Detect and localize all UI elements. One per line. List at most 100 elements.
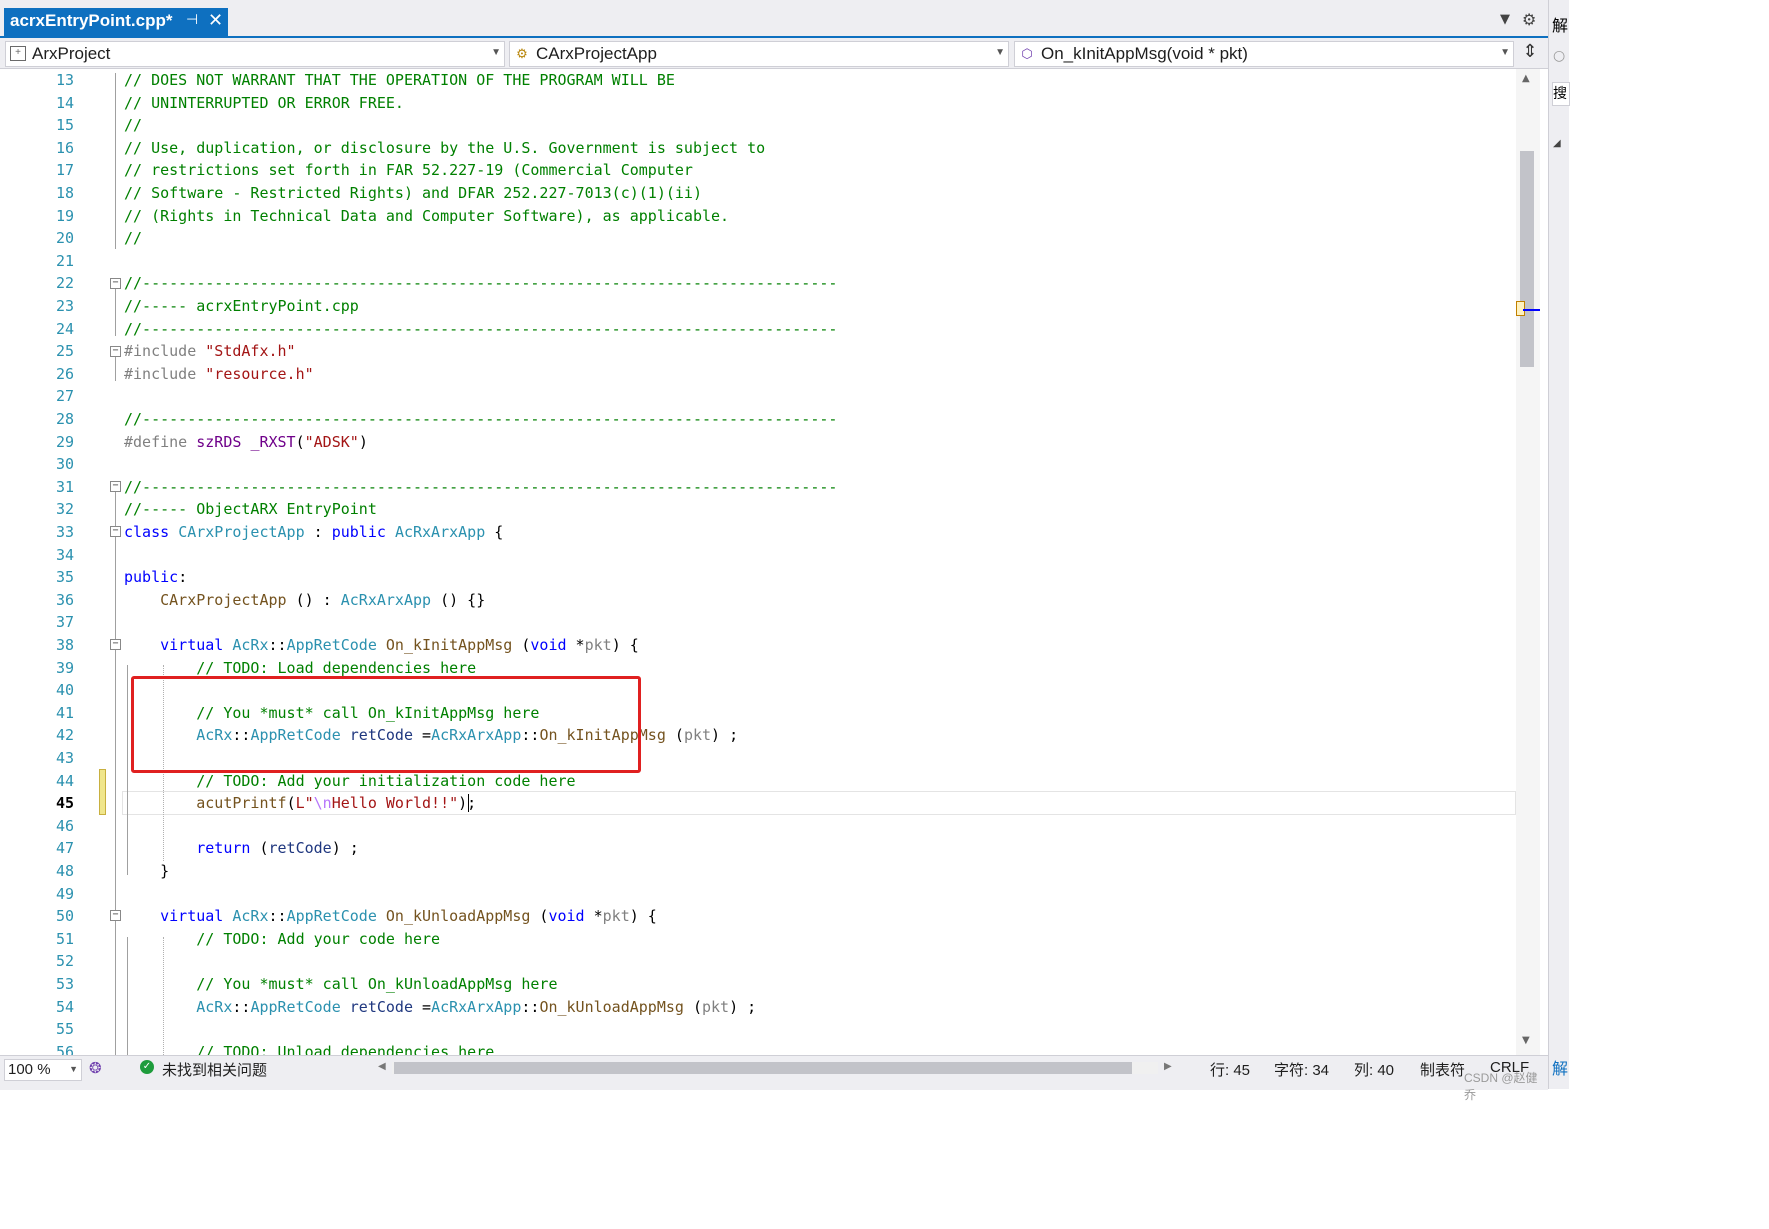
member-dropdown[interactable]: ⬡ On_kInitAppMsg(void * pkt) ▼: [1014, 41, 1514, 67]
line-number: 43: [55, 749, 74, 767]
code-line[interactable]: #define szRDS _RXST("ADSK"): [124, 431, 368, 454]
chevron-down-icon: ▼: [69, 1064, 78, 1074]
line-number: 48: [55, 862, 74, 880]
code-line[interactable]: return (retCode) ;: [124, 837, 359, 860]
live-share-icon[interactable]: ❂: [89, 1059, 102, 1077]
code-line[interactable]: // UNINTERRUPTED OR ERROR FREE.: [124, 92, 404, 115]
code-line[interactable]: #include "resource.h": [124, 363, 314, 386]
code-line[interactable]: #include "StdAfx.h": [124, 340, 296, 363]
code-line[interactable]: // (Rights in Technical Data and Compute…: [124, 205, 729, 228]
line-number: 55: [55, 1020, 74, 1039]
scrollbar-caret-marker: [1523, 309, 1540, 311]
panel-search-char[interactable]: 搜: [1552, 82, 1570, 106]
scroll-right-icon[interactable]: ▶: [1164, 1061, 1172, 1072]
line-number: 52: [55, 952, 74, 971]
code-line[interactable]: // TODO: Unload dependencies here: [124, 1041, 494, 1055]
project-dropdown[interactable]: + ArxProject ▼: [5, 41, 505, 67]
gear-icon[interactable]: ⚙: [1522, 10, 1536, 29]
line-number: 24: [55, 319, 74, 338]
scope-dropdown[interactable]: ⚙ CArxProjectApp ▼: [509, 41, 1009, 67]
code-line[interactable]: // DOES NOT WARRANT THAT THE OPERATION O…: [124, 69, 675, 92]
code-line[interactable]: acutPrintf(L"\nHello World!!");: [124, 792, 476, 815]
code-line[interactable]: //: [124, 114, 142, 137]
line-number: 41: [55, 703, 74, 722]
panel-bottom-char[interactable]: 解: [1552, 1055, 1568, 1079]
line-number: 13: [55, 71, 74, 89]
solution-explorer-panel[interactable]: 解 ○ 搜 ◢ 解: [1548, 0, 1570, 1089]
document-tab[interactable]: acrxEntryPoint.cpp* ⊣ ✕: [4, 8, 228, 36]
scroll-up-icon[interactable]: ▲: [1522, 73, 1530, 84]
tab-mode-indicator[interactable]: 制表符: [1420, 1059, 1465, 1080]
code-line[interactable]: virtual AcRx::AppRetCode On_kUnloadAppMs…: [124, 905, 657, 928]
code-line[interactable]: class CArxProjectApp : public AcRxArxApp…: [124, 521, 503, 544]
project-name: ArxProject: [32, 44, 111, 63]
line-number: 49: [55, 884, 74, 903]
code-line[interactable]: // Use, duplication, or disclosure by th…: [124, 137, 765, 160]
code-editor[interactable]: 13 // DOES NOT WARRANT THAT THE OPERATION…: [0, 69, 1516, 1055]
line-number: 46: [55, 816, 74, 835]
line-number: 35: [55, 568, 74, 587]
outline-guide: [127, 937, 128, 1055]
code-line[interactable]: //--------------------------------------…: [124, 318, 837, 341]
line-number: 36: [55, 590, 74, 609]
indent-guide: [163, 937, 164, 1055]
zoom-dropdown[interactable]: 100 % ▼: [4, 1059, 82, 1081]
code-line[interactable]: // restrictions set forth in FAR 52.227-…: [124, 159, 693, 182]
code-line[interactable]: //----- ObjectARX EntryPoint: [124, 498, 377, 521]
check-circle-icon: ✓: [140, 1060, 154, 1074]
collapse-toggle[interactable]: −: [110, 278, 121, 289]
outline-guide: [115, 281, 116, 336]
line-number: 30: [55, 455, 74, 474]
line-number: 44: [55, 771, 74, 790]
close-icon[interactable]: ✕: [208, 10, 223, 31]
code-line[interactable]: //: [124, 227, 142, 250]
code-line[interactable]: virtual AcRx::AppRetCode On_kInitAppMsg …: [124, 634, 639, 657]
outline-guide: [115, 73, 116, 249]
line-number: 31: [55, 477, 74, 496]
line-number: 37: [55, 613, 74, 632]
line-number: 33: [55, 523, 74, 541]
code-line[interactable]: AcRx::AppRetCode retCode =AcRxArxApp::On…: [124, 996, 756, 1019]
scroll-left-icon[interactable]: ◀: [378, 1061, 386, 1072]
code-line[interactable]: //--------------------------------------…: [124, 408, 837, 431]
code-line[interactable]: //--------------------------------------…: [124, 476, 837, 499]
collapse-toggle[interactable]: −: [110, 481, 121, 492]
collapse-toggle[interactable]: −: [110, 526, 121, 537]
column-indicator: 列: 40: [1354, 1062, 1395, 1079]
project-icon: +: [10, 46, 26, 61]
line-number: 32: [55, 500, 74, 519]
horizontal-scroll-thumb[interactable]: [394, 1062, 1132, 1074]
panel-title-char: 解: [1552, 16, 1569, 35]
pin-icon[interactable]: ⊣: [186, 12, 198, 28]
code-line[interactable]: }: [124, 860, 169, 883]
line-number: 34: [55, 545, 74, 564]
split-editor-icon[interactable]: ⇕: [1518, 41, 1542, 65]
code-line[interactable]: CArxProjectApp () : AcRxArxApp () {}: [124, 589, 485, 612]
code-line[interactable]: public:: [124, 566, 187, 589]
tab-list-dropdown-icon[interactable]: ▼: [1500, 12, 1510, 27]
code-line[interactable]: // TODO: Add your code here: [124, 928, 440, 951]
search-icon[interactable]: ○: [1553, 48, 1565, 64]
char-indicator: 字符: 34: [1274, 1062, 1330, 1079]
line-number: 50: [55, 907, 74, 926]
collapse-toggle[interactable]: −: [110, 346, 121, 357]
tab-title: acrxEntryPoint.cpp*: [10, 11, 173, 30]
code-line[interactable]: //--------------------------------------…: [124, 272, 837, 295]
issues-status[interactable]: 未找到相关问题: [162, 1059, 267, 1080]
line-number: 21: [55, 251, 74, 270]
code-line[interactable]: // You *must* call On_kUnloadAppMsg here: [124, 973, 557, 996]
vertical-scroll-thumb[interactable]: [1520, 151, 1534, 367]
chevron-down-icon: ▼: [1500, 47, 1510, 58]
collapse-toggle[interactable]: −: [110, 910, 121, 921]
line-number: 17: [55, 161, 74, 180]
line-number: 56: [55, 1042, 74, 1055]
code-line[interactable]: //----- acrxEntryPoint.cpp: [124, 295, 359, 318]
collapse-toggle[interactable]: −: [110, 639, 121, 650]
navigation-bar: + ArxProject ▼ ⚙ CArxProjectApp ▼ ⬡ On_k…: [0, 38, 1548, 69]
text-caret: [468, 794, 469, 812]
scroll-down-icon[interactable]: ▼: [1522, 1035, 1530, 1046]
scope-name: CArxProjectApp: [536, 44, 657, 63]
line-number: 47: [55, 839, 74, 858]
change-marker: [99, 769, 106, 815]
code-line[interactable]: // Software - Restricted Rights) and DFA…: [124, 182, 702, 205]
